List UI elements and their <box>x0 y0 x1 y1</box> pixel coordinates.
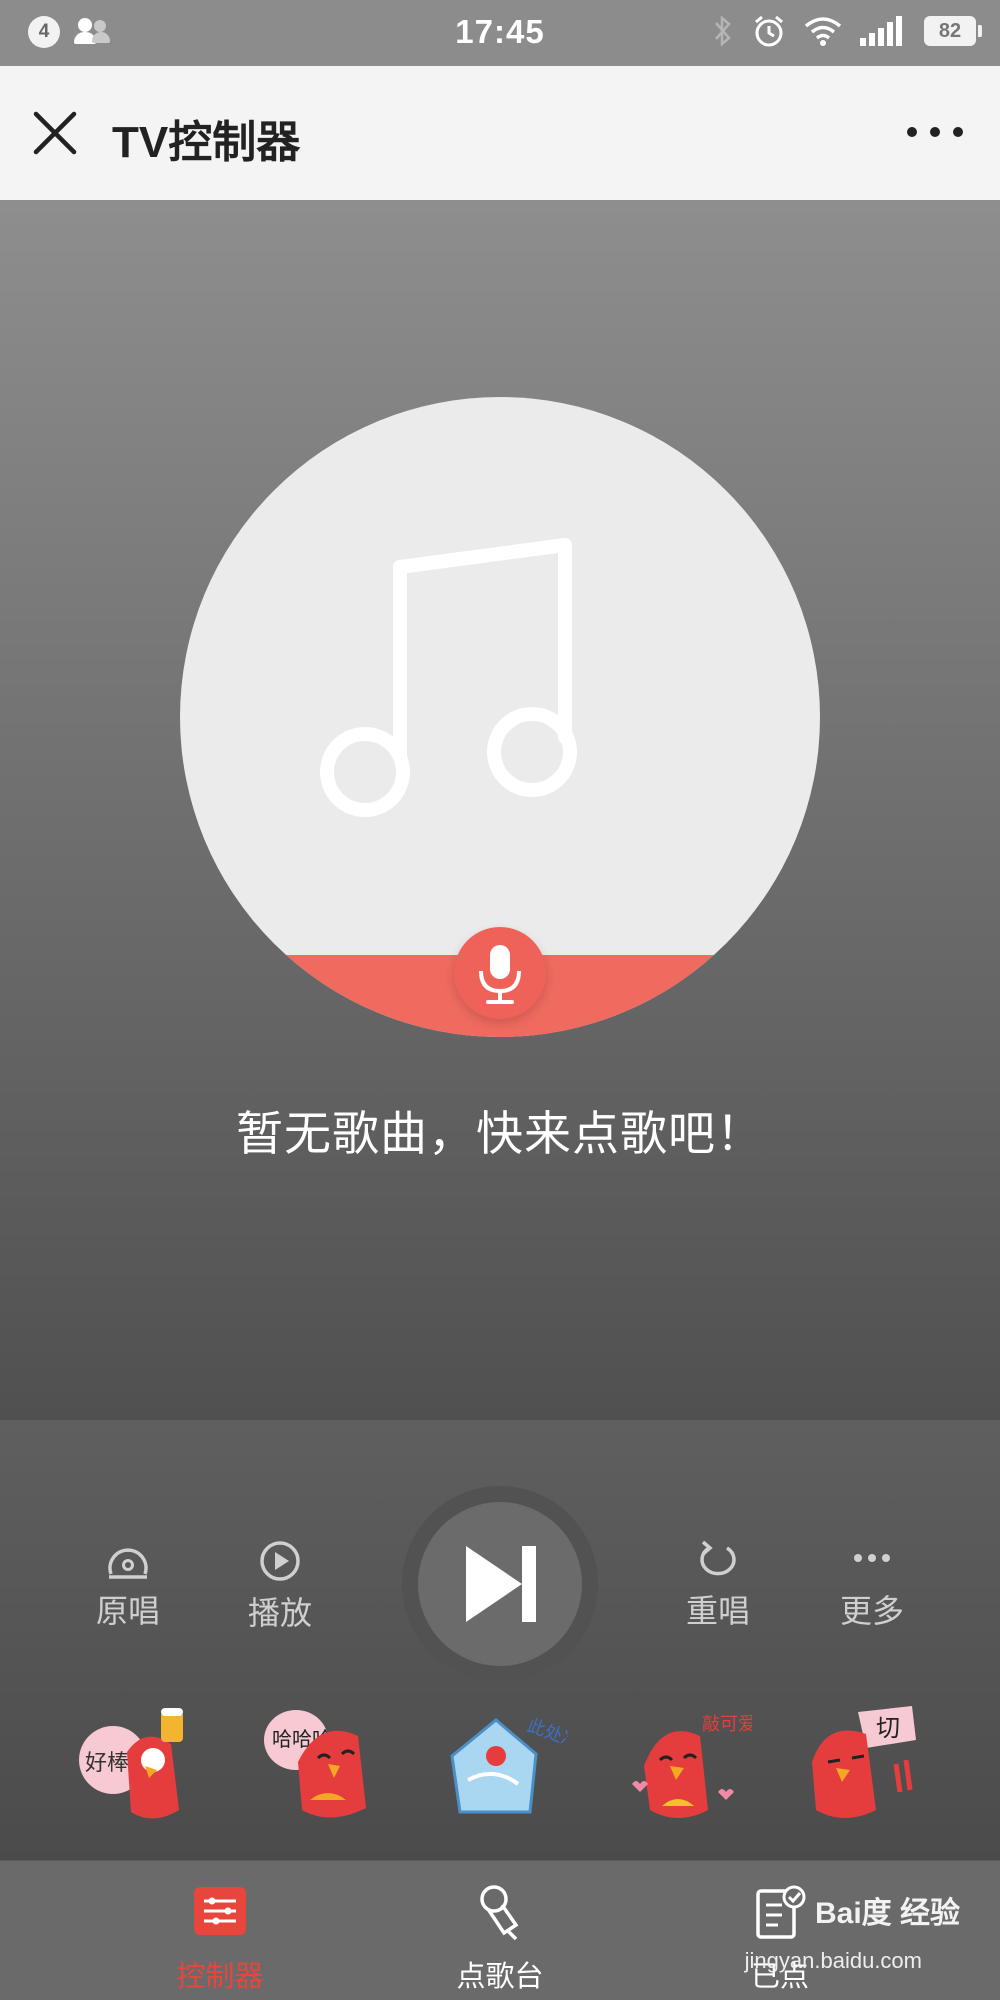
sticker-cut[interactable]: 切 <box>800 1700 930 1830</box>
music-note-icon <box>320 538 577 817</box>
play-icon <box>260 1541 300 1581</box>
watermark-url: jingyan.baidu.com <box>744 1948 922 1973</box>
more-controls-button[interactable]: 更多 <box>812 1548 932 1632</box>
sticker-haha[interactable]: 哈哈哈 <box>258 1700 388 1830</box>
microphone-button[interactable] <box>454 927 546 1019</box>
microphone-tab-icon <box>480 1885 519 1941</box>
tab-controller[interactable]: 控制器 <box>120 1861 320 2000</box>
bluetooth-icon <box>715 15 731 47</box>
more-dots-icon[interactable] <box>904 114 966 150</box>
page-title: TV控制器 <box>112 118 301 167</box>
controller-icon <box>194 1887 246 1935</box>
checklist-icon <box>756 1885 806 1939</box>
signal-icon <box>860 16 902 46</box>
tab-controller-label: 控制器 <box>176 1961 264 1993</box>
next-track-button[interactable] <box>418 1502 582 1666</box>
original-vocal-button[interactable]: 原唱 <box>68 1540 188 1632</box>
tab-song-request[interactable]: 点歌台 <box>400 1861 600 2000</box>
sticker-cute[interactable]: 敲可爱 <box>622 1700 756 1830</box>
replay-icon <box>700 1540 736 1576</box>
sticker-great[interactable]: 好棒 <box>75 1700 205 1830</box>
original-vocal-icon <box>108 1548 148 1579</box>
svg-text:好棒: 好棒 <box>85 1751 129 1776</box>
play-button[interactable]: 播放 <box>220 1540 340 1634</box>
sticker-row: 好棒 哈哈哈 此处冷场… 敲可爱 切 <box>0 1700 1000 1830</box>
more-horizontal-icon <box>854 1554 890 1562</box>
svg-text:切: 切 <box>876 1714 900 1742</box>
parrot-cut-icon: 切 <box>812 1706 916 1818</box>
svg-text:敲可爱: 敲可爱 <box>702 1714 752 1735</box>
wifi-icon <box>804 17 842 46</box>
parrot-cute-icon: 敲可爱 <box>632 1714 756 1818</box>
close-icon[interactable] <box>26 104 84 162</box>
watermark-brand: Bai度 经验 <box>814 1897 960 1930</box>
microphone-icon <box>479 945 521 1004</box>
replay-label: 重唱 <box>685 1593 750 1629</box>
app-header: TV控制器 <box>0 66 1000 200</box>
player-area: 暂无歌曲，快来点歌吧！ <box>0 200 1000 1420</box>
replay-button[interactable]: 重唱 <box>658 1540 778 1632</box>
play-label: 播放 <box>247 1595 312 1631</box>
parrot-great-icon: 好棒 <box>79 1708 183 1819</box>
parrot-ice-icon: 此处冷场… <box>450 1715 616 1814</box>
status-bar: 4 17:45 82 <box>0 0 1000 66</box>
alarm-icon <box>755 15 783 47</box>
parrot-haha-icon: 哈哈哈 <box>264 1710 366 1818</box>
empty-playlist-message: 暂无歌曲，快来点歌吧！ <box>236 1107 764 1160</box>
sticker-cold[interactable]: 此处冷场… <box>438 1700 616 1830</box>
next-track-icon <box>466 1546 536 1622</box>
battery-icon: 82 <box>924 16 982 46</box>
original-vocal-label: 原唱 <box>95 1593 160 1629</box>
tab-song-request-label: 点歌台 <box>456 1961 544 1993</box>
more-controls-label: 更多 <box>839 1593 904 1629</box>
